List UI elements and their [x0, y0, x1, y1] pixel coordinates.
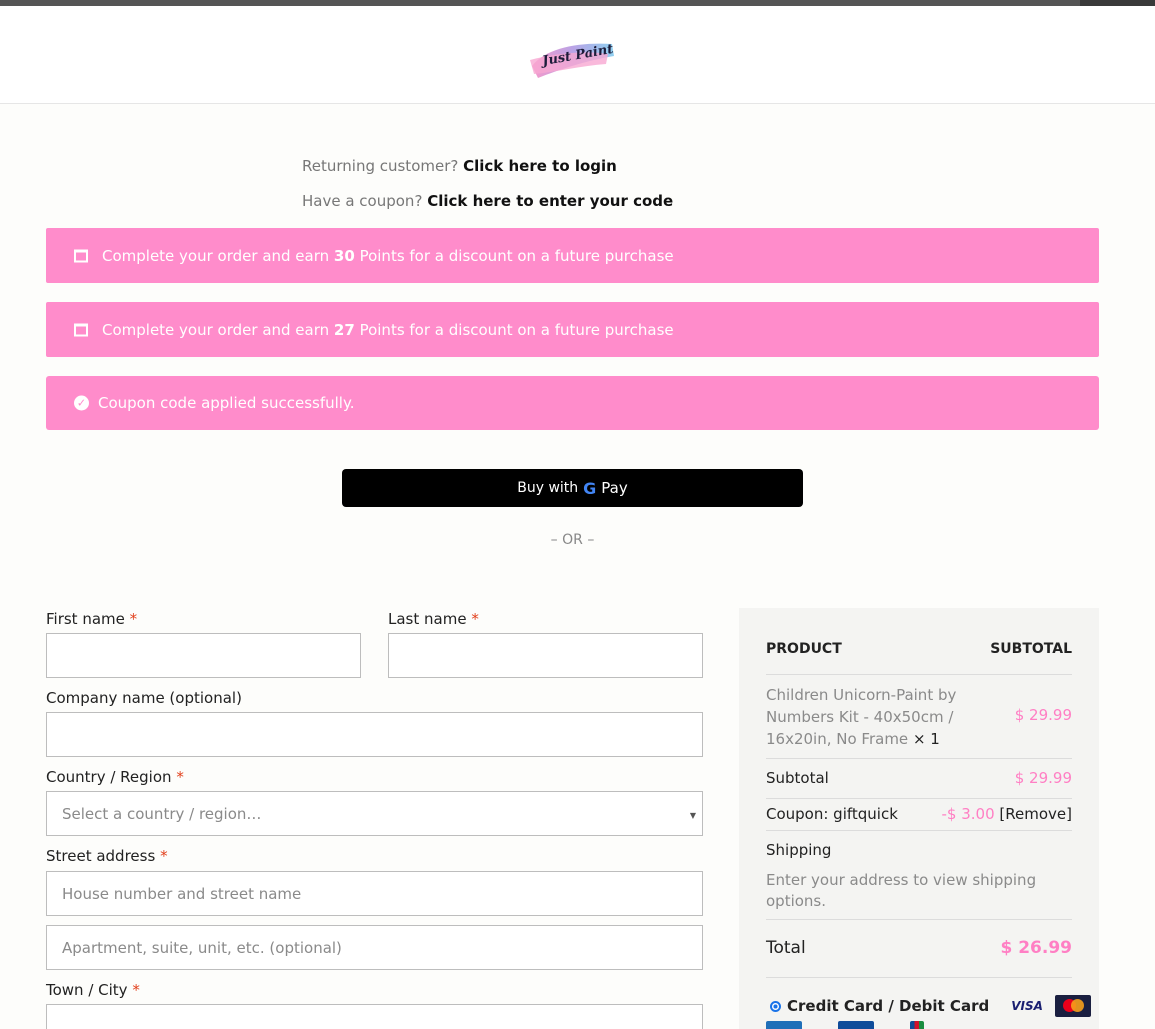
window-icon	[74, 323, 88, 336]
summary-header: PRODUCT SUBTOTAL	[766, 641, 1072, 657]
gpay-label: Buy with	[517, 480, 579, 496]
dropdown-caret-icon: ▼	[689, 811, 696, 820]
notice-post: Points for a discount on a future purcha…	[359, 320, 674, 339]
street-input[interactable]: House number and street name	[46, 871, 703, 916]
site-header: Just Paint	[0, 6, 1155, 104]
street-label-text: Street address	[46, 847, 156, 865]
returning-customer-line: Returning customer? Click here to login	[302, 157, 617, 175]
street-label: Street address *	[46, 847, 168, 865]
last-name-label-text: Last name	[388, 610, 467, 628]
diners-icon	[838, 1021, 874, 1029]
google-g-icon: G	[583, 478, 597, 498]
divider	[766, 798, 1072, 799]
coupon-success-notice: ✓ Coupon code applied successfully.	[46, 376, 1099, 430]
points-notice-1: Complete your order and earn 30 Points f…	[46, 228, 1099, 283]
window-icon	[74, 249, 88, 262]
check-circle-icon: ✓	[74, 395, 89, 411]
points-notice-2: Complete your order and earn 27 Points f…	[46, 302, 1099, 357]
last-name-label: Last name *	[388, 610, 479, 628]
product-quantity: × 1	[912, 730, 940, 748]
product-price: $ 29.99	[1014, 706, 1072, 724]
apartment-input[interactable]: Apartment, suite, unit, etc. (optional)	[46, 925, 703, 970]
credit-card-radio[interactable]	[770, 1000, 781, 1012]
notice-pre: Complete your order and earn	[102, 246, 330, 265]
card-logos-row	[766, 1021, 924, 1029]
payment-method-label: Credit Card / Debit Card	[787, 997, 990, 1015]
country-select[interactable]: Select a country / region… ▼	[46, 791, 703, 836]
login-link[interactable]: Click here to login	[463, 157, 617, 175]
product-column-header: PRODUCT	[766, 641, 842, 657]
country-label: Country / Region *	[46, 768, 184, 786]
divider	[766, 919, 1072, 920]
divider	[766, 977, 1072, 978]
enter-coupon-link[interactable]: Click here to enter your code	[427, 192, 673, 210]
first-name-label: First name *	[46, 610, 137, 628]
town-input[interactable]	[46, 1004, 703, 1029]
subtotal-label: Subtotal	[766, 769, 829, 787]
divider	[766, 758, 1072, 759]
buy-with-gpay-button[interactable]: Buy with G Pay	[342, 469, 803, 507]
order-summary: PRODUCT SUBTOTAL Children Unicorn-Paint …	[739, 608, 1099, 1029]
visa-icon: VISA	[1011, 999, 1043, 1013]
first-name-label-text: First name	[46, 610, 125, 628]
divider	[766, 830, 1072, 831]
apartment-placeholder: Apartment, suite, unit, etc. (optional)	[62, 938, 342, 957]
returning-customer-prompt: Returning customer?	[302, 157, 459, 175]
credit-card-option[interactable]: Credit Card / Debit Card VISA	[770, 995, 1091, 1017]
subtotal-value: $ 29.99	[1014, 769, 1072, 787]
coupon-value-group: -$ 3.00 [Remove]	[942, 805, 1072, 823]
points-notice-text: Complete your order and earn 30 Points f…	[102, 247, 674, 265]
country-label-text: Country / Region	[46, 768, 172, 786]
points-notice-text: Complete your order and earn 27 Points f…	[102, 321, 674, 339]
amex-icon	[766, 1021, 802, 1029]
total-label: Total	[766, 938, 806, 958]
shipping-label: Shipping	[766, 841, 832, 859]
required-mark: *	[129, 610, 138, 628]
subtotal-column-header: SUBTOTAL	[990, 641, 1072, 657]
mastercard-icon	[1054, 995, 1091, 1017]
last-name-input[interactable]	[388, 633, 703, 678]
coupon-line: Have a coupon? Click here to enter your …	[302, 192, 673, 210]
coupon-label: Coupon: giftquick	[766, 805, 898, 823]
required-mark: *	[471, 610, 479, 628]
first-name-input[interactable]	[46, 633, 361, 678]
shipping-note: Enter your address to view shipping opti…	[766, 871, 1037, 910]
required-mark: *	[132, 981, 140, 999]
company-input[interactable]	[46, 712, 703, 757]
total-value: $ 26.99	[1000, 938, 1072, 958]
divider	[766, 674, 1072, 675]
country-placeholder: Select a country / region…	[62, 804, 262, 823]
coupon-discount: -$ 3.00	[941, 805, 995, 823]
town-label: Town / City *	[46, 981, 140, 999]
notice-post: Points for a discount on a future purcha…	[359, 246, 674, 265]
gpay-pay-text: Pay	[601, 479, 628, 497]
product-line: Children Unicorn-Paint by Numbers Kit - …	[766, 684, 1011, 750]
street-placeholder: House number and street name	[62, 884, 302, 903]
coupon-success-text: Coupon code applied successfully.	[98, 394, 355, 412]
town-label-text: Town / City	[46, 981, 128, 999]
notice-points: 27	[333, 320, 355, 339]
notice-points: 30	[333, 246, 355, 265]
jcb-icon	[910, 1021, 924, 1029]
coupon-prompt: Have a coupon?	[302, 192, 423, 210]
required-mark: *	[160, 847, 168, 865]
site-logo[interactable]: Just Paint	[528, 36, 616, 82]
notice-pre: Complete your order and earn	[102, 320, 330, 339]
company-label: Company name (optional)	[46, 689, 242, 707]
or-divider: – OR –	[550, 532, 595, 548]
required-mark: *	[176, 768, 184, 786]
remove-coupon-link[interactable]: [Remove]	[999, 805, 1072, 823]
